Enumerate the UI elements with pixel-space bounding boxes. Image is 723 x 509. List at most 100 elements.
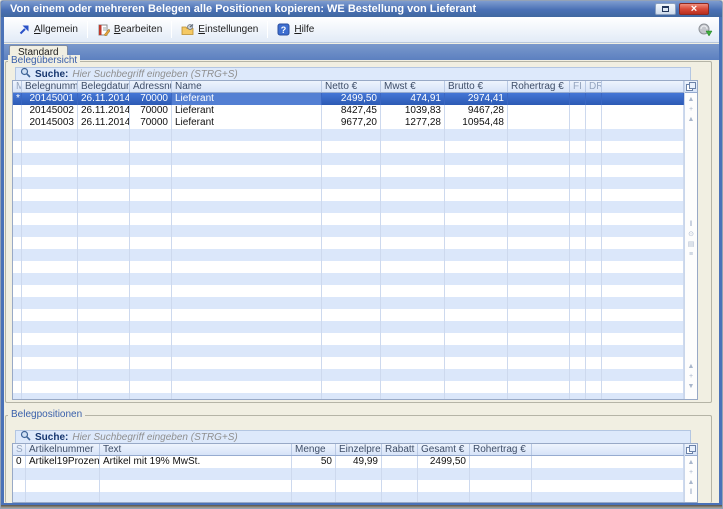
- table-cell[interactable]: Lieferant: [172, 93, 322, 105]
- table-cell[interactable]: [532, 456, 684, 468]
- table-cell: [381, 225, 445, 237]
- table-cell[interactable]: 20145002: [22, 105, 78, 117]
- table-cell[interactable]: [570, 117, 586, 129]
- table-cell[interactable]: Artikel mit 19% MwSt.: [100, 456, 292, 468]
- column-chooser-icon[interactable]: [685, 81, 697, 93]
- table-cell[interactable]: Lieferant: [172, 117, 322, 129]
- table-cell[interactable]: 9677,20: [322, 117, 381, 129]
- column-header[interactable]: Rabatt %: [382, 444, 418, 455]
- column-header[interactable]: Rohertrag €: [470, 444, 532, 455]
- scroll-top-icon[interactable]: ▲: [686, 459, 696, 467]
- table-cell[interactable]: 20145003: [22, 117, 78, 129]
- table-cell[interactable]: 70000: [130, 93, 172, 105]
- table-cell[interactable]: 9467,28: [445, 105, 508, 117]
- table-row[interactable]: 2014500326.11.2014 /Mi70000Lieferant9677…: [13, 117, 697, 129]
- column-header[interactable]: Netto €: [322, 81, 381, 92]
- column-header[interactable]: S: [13, 444, 26, 455]
- menu-bearbeiten[interactable]: Bearbeiten: [90, 20, 169, 39]
- menu-allgemein[interactable]: Allgemein: [10, 20, 85, 39]
- menu-hilfe[interactable]: ? Hilfe: [270, 20, 321, 39]
- table-cell[interactable]: *: [13, 93, 22, 105]
- column-header[interactable]: Belegnummer: [22, 81, 78, 92]
- table-cell[interactable]: [13, 105, 22, 117]
- table-cell[interactable]: [586, 93, 602, 105]
- table-cell[interactable]: 70000: [130, 117, 172, 129]
- search-input[interactable]: Suche: Hier Suchbegriff eingeben (STRG+S…: [15, 430, 691, 444]
- add-row-icon[interactable]: +: [686, 469, 696, 477]
- table-cell[interactable]: 2499,50: [418, 456, 470, 468]
- pin-icon[interactable]: ‖: [686, 489, 696, 497]
- table-cell[interactable]: [586, 105, 602, 117]
- move-up-icon[interactable]: ▲: [686, 479, 696, 487]
- column-header[interactable]: [602, 81, 684, 92]
- table-cell[interactable]: [508, 117, 570, 129]
- zoom-icon[interactable]: ⊙: [686, 231, 696, 239]
- table-cell[interactable]: 1277,28: [381, 117, 445, 129]
- table-cell[interactable]: [586, 117, 602, 129]
- table-cell[interactable]: Artikel19Prozent: [26, 456, 100, 468]
- table-cell[interactable]: 2974,41: [445, 93, 508, 105]
- table-row[interactable]: 0Artikel19ProzentArtikel mit 19% MwSt.50…: [13, 456, 697, 468]
- pin-icon[interactable]: ‖: [686, 221, 696, 229]
- column-header[interactable]: Rohertrag €: [508, 81, 570, 92]
- table-cell[interactable]: 10954,48: [445, 117, 508, 129]
- table-cell[interactable]: [13, 117, 22, 129]
- table-row[interactable]: 2014500226.11.2014 /Mi70000Lieferant8427…: [13, 105, 697, 117]
- search-input[interactable]: Suche: Hier Suchbegriff eingeben (STRG+S…: [15, 67, 691, 81]
- column-header[interactable]: Mwst €: [381, 81, 445, 92]
- table-cell[interactable]: [602, 93, 684, 105]
- add-row-icon[interactable]: +: [686, 373, 696, 381]
- column-header[interactable]: Menge: [292, 444, 336, 455]
- column-header[interactable]: Belegdatum: [78, 81, 130, 92]
- move-up-icon[interactable]: ▲: [686, 116, 696, 124]
- table-cell[interactable]: 26.11.2014 /Mi: [78, 105, 130, 117]
- list-icon[interactable]: ≡: [686, 251, 696, 259]
- table-cell[interactable]: 26.11.2014 /Mi: [78, 117, 130, 129]
- table-cell[interactable]: 26.11.2014 /Mi: [78, 93, 130, 105]
- table-cell[interactable]: 49,99: [336, 456, 382, 468]
- table-cell[interactable]: 2499,50: [322, 93, 381, 105]
- table-cell[interactable]: Lieferant: [172, 105, 322, 117]
- table-cell[interactable]: 50: [292, 456, 336, 468]
- table-cell[interactable]: 8427,45: [322, 105, 381, 117]
- column-header[interactable]: Artikelnummer: [26, 444, 100, 455]
- table-cell[interactable]: 474,91: [381, 93, 445, 105]
- add-row-icon[interactable]: +: [686, 106, 696, 114]
- table-cell[interactable]: [470, 456, 532, 468]
- table-cell[interactable]: [508, 105, 570, 117]
- table-cell: [22, 201, 78, 213]
- column-header[interactable]: M: [13, 81, 22, 92]
- scroll-up-icon[interactable]: ▲: [686, 363, 696, 371]
- table-cell[interactable]: 1039,83: [381, 105, 445, 117]
- scroll-down-icon[interactable]: ▼: [686, 383, 696, 391]
- table-cell[interactable]: [570, 105, 586, 117]
- table-cell[interactable]: 20145001: [22, 93, 78, 105]
- details-icon[interactable]: ▤: [686, 241, 696, 249]
- table-cell[interactable]: 70000: [130, 105, 172, 117]
- table-cell: [602, 261, 684, 273]
- column-header[interactable]: DR: [586, 81, 602, 92]
- column-header[interactable]: [532, 444, 684, 455]
- table-cell[interactable]: [602, 117, 684, 129]
- sync-icon[interactable]: [697, 22, 713, 38]
- column-chooser-icon[interactable]: [685, 444, 697, 456]
- column-header[interactable]: Einzelpreis €: [336, 444, 382, 455]
- restore-icon[interactable]: [655, 3, 676, 15]
- scroll-top-icon[interactable]: ▲: [686, 96, 696, 104]
- table-cell: [602, 357, 684, 369]
- column-header[interactable]: Adressnumm: [130, 81, 172, 92]
- column-header[interactable]: Brutto €: [445, 81, 508, 92]
- table-cell: [78, 165, 130, 177]
- table-cell[interactable]: [602, 105, 684, 117]
- column-header[interactable]: Gesamt €: [418, 444, 470, 455]
- menu-einstellungen[interactable]: Einstellungen: [174, 20, 265, 39]
- close-icon[interactable]: ×: [679, 3, 709, 15]
- table-cell[interactable]: [508, 93, 570, 105]
- column-header[interactable]: Name: [172, 81, 322, 92]
- column-header[interactable]: Text: [100, 444, 292, 455]
- table-cell[interactable]: [382, 456, 418, 468]
- column-header[interactable]: FI: [570, 81, 586, 92]
- table-cell[interactable]: 0: [13, 456, 26, 468]
- table-cell[interactable]: [570, 93, 586, 105]
- table-row[interactable]: *2014500126.11.2014 /Mi70000Lieferant249…: [13, 93, 697, 105]
